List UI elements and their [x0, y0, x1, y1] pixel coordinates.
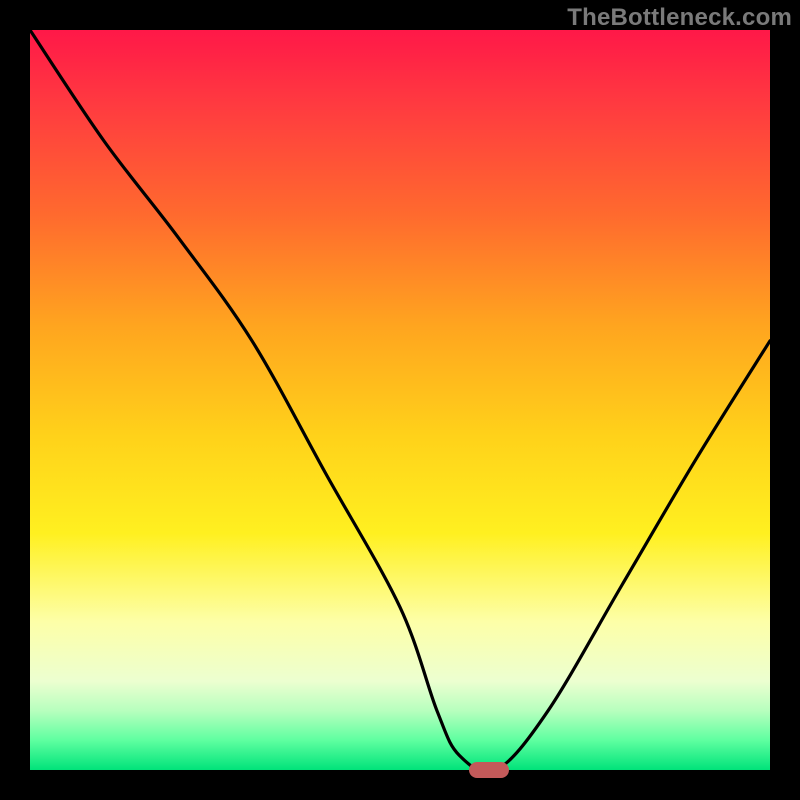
plot-area [30, 30, 770, 770]
bottleneck-curve [30, 30, 770, 772]
curve-svg [30, 30, 770, 770]
watermark-text: TheBottleneck.com [567, 4, 792, 32]
chart-stage: TheBottleneck.com [0, 0, 800, 800]
optimum-marker [469, 762, 509, 778]
